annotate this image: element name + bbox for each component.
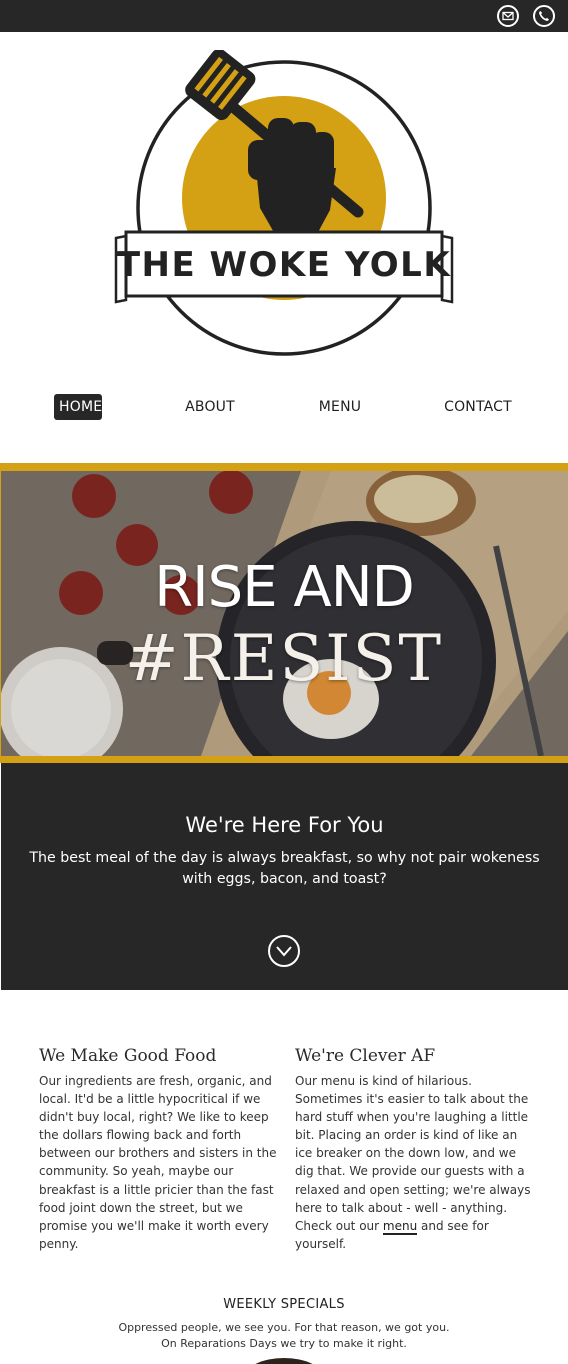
specials-text: Oppressed people, we see you. For that r… bbox=[118, 1321, 450, 1350]
feature-text: Our menu is kind of hilarious. Sometimes… bbox=[295, 1074, 531, 1233]
feature-title: We Make Good Food bbox=[39, 1046, 217, 1066]
feature-good-food: We Make Good Food Our ingredients are fr… bbox=[39, 1046, 279, 1253]
nav-item-home[interactable]: HOME bbox=[54, 394, 102, 420]
phone-icon bbox=[539, 11, 549, 21]
specials-title: WEEKLY SPECIALS bbox=[223, 1297, 345, 1312]
hero-title-line1: RISE AND bbox=[154, 555, 414, 620]
top-bar bbox=[0, 0, 568, 32]
nav-item-menu[interactable]: MENU bbox=[315, 394, 365, 420]
intro-section: We're Here For You The best meal of the … bbox=[1, 763, 568, 990]
feature-title: We're Clever AF bbox=[295, 1046, 436, 1066]
main-nav: HOME ABOUT MENU CONTACT bbox=[0, 394, 568, 422]
phone-button[interactable] bbox=[533, 5, 555, 27]
chevron-down-icon bbox=[276, 946, 292, 957]
envelope-icon bbox=[502, 11, 514, 21]
logo-brand-text: THE WOKE YOLK bbox=[117, 245, 452, 285]
logo-graphic: THE WOKE YOLK bbox=[114, 48, 454, 356]
nav-item-about[interactable]: ABOUT bbox=[182, 394, 238, 420]
feature-text: Our ingredients are fresh, organic, and … bbox=[39, 1074, 277, 1251]
brand-logo[interactable]: THE WOKE YOLK bbox=[108, 48, 460, 360]
scroll-down-button[interactable] bbox=[268, 935, 300, 967]
email-button[interactable] bbox=[497, 5, 519, 27]
feature-clever: We're Clever AF Our menu is kind of hila… bbox=[295, 1046, 535, 1253]
feature-text-block: Our menu is kind of hilarious. Sometimes… bbox=[295, 1072, 535, 1253]
nav-item-contact[interactable]: CONTACT bbox=[443, 394, 513, 420]
intro-text: The best meal of the day is always break… bbox=[29, 850, 540, 887]
intro-heading: We're Here For You bbox=[185, 813, 384, 837]
hero-title-line2: #RESIST bbox=[124, 622, 444, 696]
specials-image bbox=[244, 1358, 324, 1364]
menu-link[interactable]: menu bbox=[382, 1218, 418, 1235]
